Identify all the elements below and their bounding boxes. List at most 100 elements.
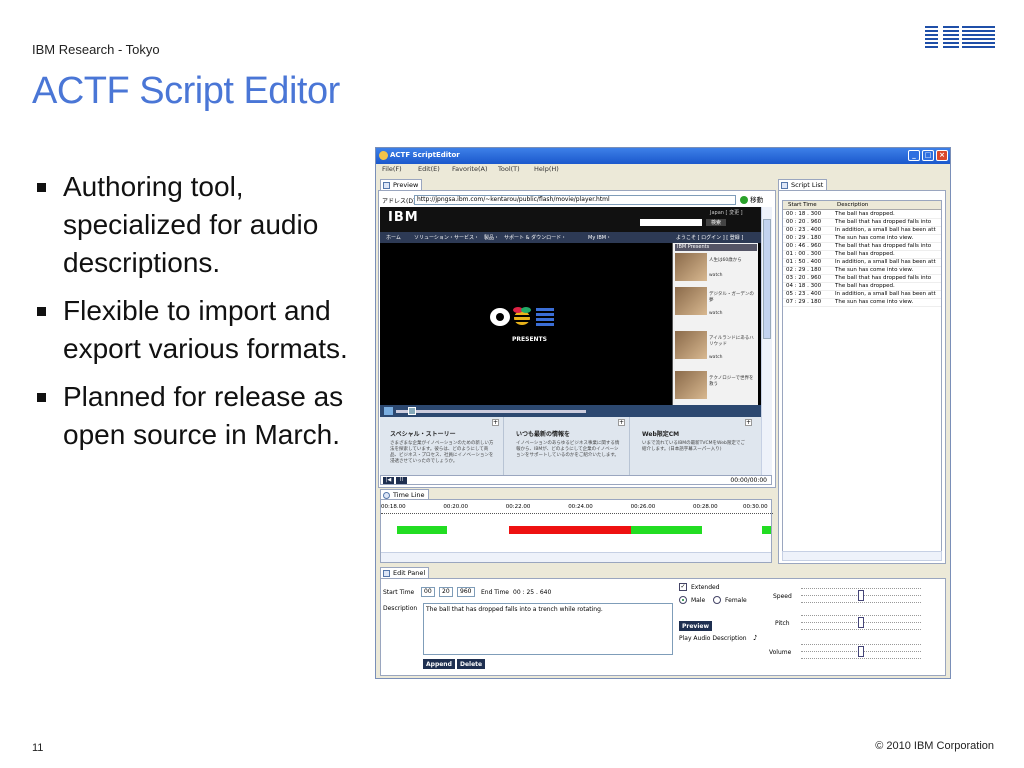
section-card: + いつも最新の情報を イノベーションのあらゆるビジネス事業に関する情報から、I… (506, 417, 630, 475)
timeline-segment[interactable] (630, 526, 703, 534)
volume-handle[interactable] (858, 646, 864, 657)
description-textarea[interactable]: The ball that has dropped falls into a t… (423, 603, 673, 655)
welcome-text[interactable]: ようこそ [ ログイン ] [ 登録 ] (676, 234, 743, 241)
player-time: 00:00/00:00 (730, 477, 767, 484)
table-row[interactable]: 07 : 29 . 180 The sun has come into view. (783, 299, 941, 307)
start-time-cell: 03 : 20 . 960 (786, 275, 822, 281)
site-nav-item[interactable]: ソリューション・ (414, 234, 454, 241)
start-time-cell: 00 : 20 . 960 (786, 219, 822, 225)
tab-edit-panel[interactable]: Edit Panel (380, 567, 430, 578)
maximize-icon[interactable]: □ (922, 150, 934, 161)
start-time-cell: 02 : 29 . 180 (786, 267, 822, 273)
timeline-segment[interactable] (396, 526, 447, 534)
table-row[interactable]: 00 : 46 . 960 The ball that has dropped f… (783, 243, 941, 251)
menu-file[interactable]: File(F) (382, 165, 402, 173)
table-row[interactable]: 00 : 23 . 400 In addition, a small ball h… (783, 227, 941, 235)
browser-scrollbar[interactable] (761, 207, 772, 475)
table-row[interactable]: 00 : 29 . 180 The sun has come into view. (783, 235, 941, 243)
timeline-segment[interactable] (761, 526, 771, 534)
watch-link[interactable]: watch (709, 355, 723, 360)
table-row[interactable]: 04 : 18 . 300 The ball has dropped. (783, 283, 941, 291)
menu-edit[interactable]: Edit(E) (418, 165, 440, 173)
extended-checkbox[interactable]: ✓ (679, 583, 687, 591)
close-icon[interactable]: × (936, 150, 948, 161)
watch-link[interactable]: watch (709, 273, 723, 278)
table-row[interactable]: 05 : 23 . 400 In addition, a small ball h… (783, 291, 941, 299)
timeline-track[interactable] (381, 500, 773, 540)
play-icon[interactable] (384, 407, 393, 415)
speaker-icon[interactable]: ♪ (753, 634, 757, 642)
pitch-handle[interactable] (858, 617, 864, 628)
start-second-input[interactable]: 20 (439, 587, 453, 597)
watch-link[interactable]: watch (709, 311, 723, 316)
expand-icon[interactable]: + (492, 419, 499, 426)
go-button[interactable]: 移動 (740, 194, 763, 204)
video-thumbnail[interactable] (675, 287, 707, 315)
speed-handle[interactable] (858, 590, 864, 601)
scroll-thumb[interactable] (763, 219, 771, 339)
rewind-button[interactable]: |◀ (383, 477, 394, 484)
minimize-icon[interactable]: _ (908, 150, 920, 161)
video-area[interactable]: PRESENTS (380, 243, 672, 405)
table-row[interactable]: 00 : 18 . 300 The ball has dropped. (783, 211, 941, 219)
seek-bar[interactable] (396, 410, 586, 413)
start-ms-input[interactable]: 960 (457, 587, 475, 597)
table-row[interactable]: 01 : 00 . 300 The ball has dropped. (783, 251, 941, 259)
menu-favorite[interactable]: Favorite(A) (452, 165, 488, 173)
start-time-cell: 00 : 29 . 180 (786, 235, 822, 241)
thumb-caption[interactable]: テクノロジーで世界を救う (709, 375, 755, 387)
volume-slider[interactable] (801, 639, 921, 663)
section-heading[interactable]: Web限定CM (642, 429, 679, 438)
section-text: イノベーションのあらゆるビジネス事業に関する情報から、IBMが、どのようにして企… (516, 441, 620, 458)
expand-icon[interactable]: + (618, 419, 625, 426)
column-header[interactable]: Start Time (788, 202, 817, 208)
site-search-input[interactable] (640, 219, 702, 226)
site-nav-item[interactable]: My IBM・ (588, 234, 611, 241)
timeline-scrollbar[interactable] (381, 552, 771, 562)
country-selector[interactable]: Japan [ 変更 ] (710, 209, 743, 216)
thumb-caption[interactable]: デジタル・ガーデンの夢 (709, 291, 755, 303)
delete-button[interactable]: Delete (457, 659, 486, 669)
site-nav-item[interactable]: ホーム (386, 234, 401, 241)
timeline-segment[interactable] (508, 526, 631, 534)
description-cell: In addition, a small ball has been att (835, 259, 936, 265)
address-input[interactable]: http://jpngsa.ibm.com/~kentarou/public/f… (414, 195, 736, 205)
append-button[interactable]: Append (423, 659, 455, 669)
preview-button[interactable]: Preview (679, 621, 713, 631)
video-thumbnail[interactable] (675, 253, 707, 281)
thumb-caption[interactable]: 人生は60歳から (709, 257, 755, 263)
pause-button[interactable]: II (396, 477, 407, 484)
female-radio[interactable] (713, 596, 721, 604)
ibm-logo (925, 24, 995, 52)
browser-view: IBM Japan [ 変更 ] 検索 ホーム ソリューション・ サービス・ 製… (380, 207, 772, 485)
play-audio-label[interactable]: Play Audio Description (679, 635, 747, 642)
pitch-slider[interactable] (801, 610, 921, 634)
section-heading[interactable]: スペシャル・ストーリー (390, 429, 456, 438)
male-radio[interactable] (679, 596, 687, 604)
site-nav-item[interactable]: 製品・ (484, 234, 499, 241)
tab-edit-label: Edit Panel (393, 569, 426, 577)
table-row[interactable]: 01 : 50 . 400 In addition, a small ball h… (783, 259, 941, 267)
video-thumbnail[interactable] (675, 371, 707, 399)
tab-preview[interactable]: Preview (380, 179, 423, 190)
menu-help[interactable]: Help(H) (534, 165, 559, 173)
video-thumbnail[interactable] (675, 331, 707, 359)
menu-tool[interactable]: Tool(T) (498, 165, 520, 173)
table-row[interactable]: 00 : 20 . 960 The ball that has dropped f… (783, 219, 941, 227)
table-row[interactable]: 02 : 29 . 180 The sun has come into view. (783, 267, 941, 275)
column-header[interactable]: Description (837, 202, 868, 208)
seek-handle[interactable] (408, 407, 416, 415)
script-list-scrollbar[interactable] (782, 551, 942, 561)
expand-icon[interactable]: + (745, 419, 752, 426)
start-time-cell: 04 : 18 . 300 (786, 283, 822, 289)
table-row[interactable]: 03 : 20 . 960 The ball that has dropped f… (783, 275, 941, 283)
menu-bar: File(F) Edit(E) Favorite(A) Tool(T) Help… (376, 164, 950, 175)
thumb-caption[interactable]: アイルランドにあるハリウッド (709, 335, 755, 347)
site-nav-item[interactable]: サービス・ (454, 234, 479, 241)
section-heading[interactable]: いつも最新の情報を (516, 429, 570, 438)
speed-slider[interactable] (801, 583, 921, 607)
site-nav-item[interactable]: サポート & ダウンロード・ (504, 234, 566, 241)
tab-script-list[interactable]: Script List (778, 179, 828, 190)
site-search-button[interactable]: 検索 (706, 219, 726, 226)
start-minute-input[interactable]: 00 (421, 587, 435, 597)
